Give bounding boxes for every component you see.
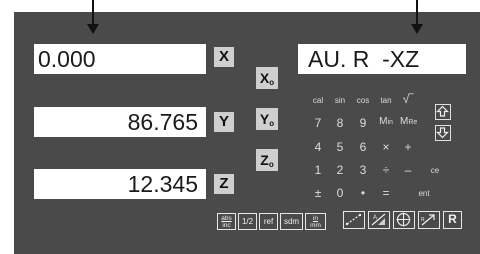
mem-recall-sub: Re	[408, 119, 418, 126]
arrow-up-icon	[436, 105, 449, 117]
key-5[interactable]: 5	[332, 140, 348, 154]
key-4[interactable]: 4	[310, 140, 326, 154]
zero-z-label: Z	[260, 152, 269, 168]
key-1[interactable]: 1	[310, 163, 326, 177]
pcd-circle-icon	[396, 212, 411, 227]
key-mem-in[interactable]: Min	[378, 116, 394, 127]
key-sin[interactable]: sin	[330, 96, 350, 105]
x-axis-key[interactable]: X	[214, 47, 234, 67]
key-9[interactable]: 9	[355, 116, 371, 130]
arc-radius-icon: R	[421, 214, 435, 226]
zero-y-label: Y	[259, 111, 270, 127]
key-sqrt[interactable]: √‾	[400, 92, 416, 106]
key-ce[interactable]: ce	[425, 166, 445, 175]
key-multiply[interactable]: ×	[378, 140, 394, 154]
key-mem-recall[interactable]: MRe	[400, 116, 418, 127]
key-cal[interactable]: cal	[308, 96, 328, 105]
svg-text:R: R	[421, 217, 425, 223]
x-axis-display: 0.000	[34, 44, 206, 74]
pointer-arrow-right-line	[416, 0, 418, 26]
y-axis-display: 86.765	[34, 107, 206, 137]
key-7[interactable]: 7	[310, 116, 326, 130]
abs-inc-button[interactable]: abs inc	[217, 213, 236, 230]
inc-label: inc	[222, 222, 231, 229]
arc-button[interactable]: R	[418, 211, 440, 229]
key-decimal[interactable]: •	[355, 186, 371, 200]
zero-z-button[interactable]: Zo	[256, 149, 278, 171]
pointer-arrow-right-icon	[411, 24, 423, 34]
r-button[interactable]: R	[443, 211, 462, 229]
key-divide[interactable]: ÷	[378, 163, 394, 177]
message-display: AU. R -XZ	[298, 44, 466, 74]
abs-label: abs	[221, 215, 232, 222]
key-plus[interactable]: +	[400, 140, 416, 154]
key-minus[interactable]: –	[400, 163, 416, 177]
key-3[interactable]: 3	[355, 163, 371, 177]
key-8[interactable]: 8	[332, 116, 348, 130]
svg-text:A: A	[373, 215, 377, 221]
sdm-button[interactable]: sdm	[280, 213, 303, 230]
zero-x-label: X	[259, 70, 270, 86]
up-button[interactable]	[435, 104, 451, 120]
z-axis-key[interactable]: Z	[214, 174, 234, 194]
zero-x-sub: o	[269, 78, 275, 87]
key-ent[interactable]: ent	[414, 189, 434, 198]
key-6[interactable]: 6	[355, 140, 371, 154]
key-2[interactable]: 2	[332, 163, 348, 177]
arrow-down-icon	[436, 127, 449, 139]
zero-x-button[interactable]: Xo	[256, 67, 278, 89]
line-hole-button[interactable]	[343, 211, 365, 229]
key-equals[interactable]: =	[378, 186, 394, 200]
pcd-button[interactable]	[393, 211, 415, 229]
half-button[interactable]: 1/2	[238, 213, 257, 230]
key-tan[interactable]: tan	[376, 96, 396, 105]
ref-button[interactable]: ref	[259, 213, 278, 230]
down-button[interactable]	[435, 125, 451, 141]
mem-in-sub: in	[387, 119, 393, 126]
pointer-arrow-left-line	[92, 0, 94, 26]
slope-button[interactable]: A	[368, 211, 390, 229]
zero-z-sub: o	[268, 160, 274, 169]
in-label: in	[312, 215, 319, 222]
zero-y-sub: o	[269, 119, 275, 128]
line-hole-icon	[345, 213, 362, 226]
key-cos[interactable]: cos	[353, 96, 373, 105]
slope-icon: A	[371, 213, 386, 226]
zero-y-button[interactable]: Yo	[256, 108, 278, 130]
key-0[interactable]: 0	[332, 186, 348, 200]
y-axis-key[interactable]: Y	[214, 112, 234, 132]
pointer-arrow-left-icon	[87, 24, 99, 34]
in-mm-button[interactable]: in mm	[305, 213, 326, 230]
mm-label: mm	[310, 222, 321, 229]
z-axis-display: 12.345	[34, 169, 206, 199]
key-plus-minus[interactable]: ±	[310, 186, 326, 200]
